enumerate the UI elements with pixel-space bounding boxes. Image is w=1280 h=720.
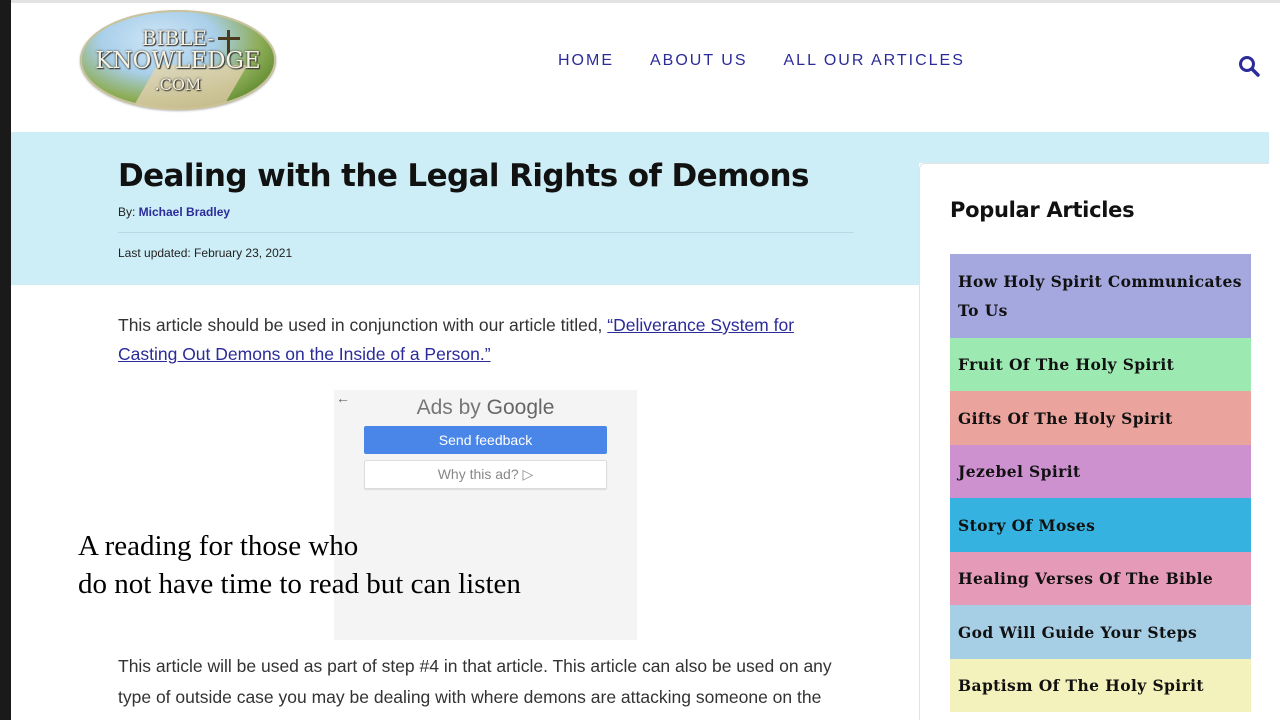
popular-item-label: How Holy Spirit Communicates To Us — [958, 272, 1242, 320]
title-divider — [118, 232, 854, 233]
popular-item-label: Fruit Of The Holy Spirit — [958, 355, 1175, 374]
popular-item-label: Story Of Moses — [958, 515, 1096, 535]
popular-item-holy-spirit-communicates[interactable]: How Holy Spirit Communicates To Us — [950, 254, 1251, 338]
page-title: Dealing with the Legal Rights of Demons — [118, 158, 809, 194]
body-paragraph: This article will be used as part of ste… — [118, 656, 832, 707]
logo-text-line2: KNOWLEDGE — [95, 48, 261, 74]
send-feedback-button[interactable]: Send feedback — [364, 426, 607, 454]
popular-articles-heading: Popular Articles — [950, 198, 1135, 222]
popular-item-god-guide-steps[interactable]: God Will Guide Your Steps — [950, 605, 1251, 659]
ad-title-brand: Google — [486, 396, 555, 419]
caption-line1: A reading for those who — [78, 530, 359, 562]
byline: By: Michael Bradley — [118, 205, 230, 219]
intro-text: This article should be used in conjuncti… — [118, 315, 608, 335]
main-nav: HOME ABOUT US ALL OUR ARTICLES — [558, 52, 965, 70]
intro-paragraph: This article should be used in conjuncti… — [118, 311, 858, 369]
caption-overlay: A reading for those who do not have time… — [78, 527, 521, 603]
byline-label: By: — [118, 205, 139, 219]
popular-item-baptism-holy-spirit[interactable]: Baptism Of The Holy Spirit — [950, 659, 1251, 712]
ads-by-google-label: Ads by Google — [334, 396, 637, 420]
popular-item-gifts-holy-spirit[interactable]: Gifts Of The Holy Spirit — [950, 391, 1251, 445]
popular-item-healing-verses[interactable]: Healing Verses Of The Bible — [950, 552, 1251, 605]
popular-item-label: Jezebel Spirit — [958, 462, 1081, 481]
logo-text-line3: .COM — [154, 75, 202, 94]
title-band-right — [919, 132, 1269, 163]
popular-item-label: Baptism Of The Holy Spirit — [958, 676, 1204, 695]
why-this-ad-button[interactable]: Why this ad? ▷ — [364, 460, 607, 489]
nav-about-us[interactable]: ABOUT US — [650, 52, 748, 70]
nav-all-articles[interactable]: ALL OUR ARTICLES — [784, 52, 965, 70]
popular-articles-list: How Holy Spirit Communicates To Us Fruit… — [950, 254, 1251, 712]
author-link[interactable]: Michael Bradley — [139, 205, 230, 219]
search-icon[interactable] — [1238, 55, 1260, 77]
ad-title-prefix: Ads by — [416, 396, 487, 419]
logo-text-line1: BIBLE- — [141, 26, 215, 50]
last-updated: Last updated: February 23, 2021 — [118, 246, 293, 260]
popular-item-label: Gifts Of The Holy Spirit — [958, 408, 1173, 428]
left-frame-edge — [0, 0, 11, 720]
nav-home[interactable]: HOME — [558, 52, 614, 70]
popular-item-label: Healing Verses Of The Bible — [958, 569, 1214, 588]
popular-item-label: God Will Guide Your Steps — [958, 622, 1198, 642]
popular-item-fruit-holy-spirit[interactable]: Fruit Of The Holy Spirit — [950, 338, 1251, 391]
popular-item-jezebel-spirit[interactable]: Jezebel Spirit — [950, 445, 1251, 498]
popular-item-story-of-moses[interactable]: Story Of Moses — [950, 498, 1251, 552]
site-logo[interactable]: BIBLE- KNOWLEDGE .COM — [80, 10, 276, 110]
caption-line2: do not have time to read but can listen — [78, 568, 521, 600]
